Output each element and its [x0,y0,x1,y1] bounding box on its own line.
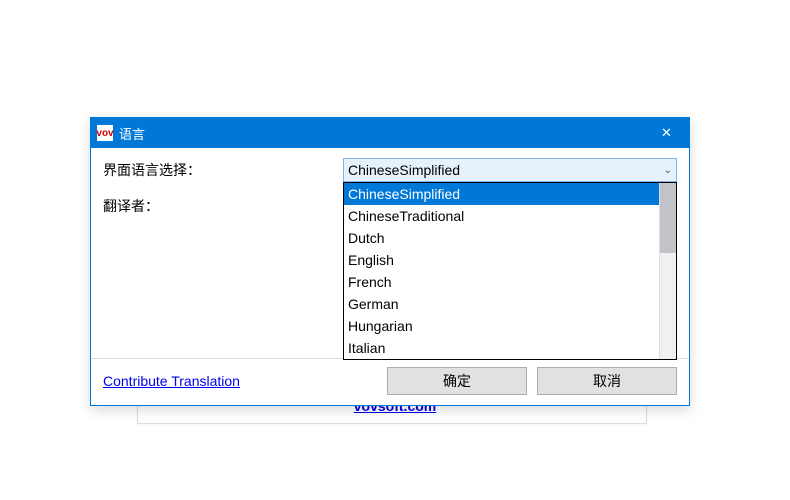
chevron-down-icon: ⌄ [664,165,672,176]
dropdown-scrollbar[interactable] [659,183,676,359]
dropdown-item[interactable]: Hungarian [344,315,659,337]
dropdown-list: ChineseSimplified ChineseTraditional Dut… [344,183,659,359]
dialog-body: 界面语言选择： ChineseSimplified ⌄ ChineseSimpl… [91,148,689,358]
scrollbar-thumb[interactable] [660,183,676,253]
dropdown-item[interactable]: Dutch [344,227,659,249]
ok-button[interactable]: 确定 [387,367,527,395]
dropdown-item[interactable]: English [344,249,659,271]
combo-selected-text: ChineseSimplified [348,162,664,178]
cancel-button[interactable]: 取消 [537,367,677,395]
dropdown-item[interactable]: French [344,271,659,293]
dropdown-item[interactable]: German [344,293,659,315]
app-icon: vov [97,125,113,141]
close-icon: ✕ [661,125,672,141]
titlebar: vov 语言 ✕ [91,118,689,148]
contribute-translation-link[interactable]: Contribute Translation [103,373,377,389]
translator-label: 翻译者： [103,194,343,216]
dropdown-item[interactable]: ChineseSimplified [344,183,659,205]
language-dialog: vov 语言 ✕ 界面语言选择： ChineseSimplified ⌄ Chi… [90,117,690,406]
dropdown-item[interactable]: Italian [344,337,659,359]
ui-language-dropdown: ChineseSimplified ChineseTraditional Dut… [343,182,677,360]
close-button[interactable]: ✕ [644,118,689,148]
dialog-footer: Contribute Translation 确定 取消 [91,358,689,405]
ui-language-label: 界面语言选择： [103,158,343,180]
ui-language-combo[interactable]: ChineseSimplified ⌄ [343,158,677,182]
dropdown-item[interactable]: ChineseTraditional [344,205,659,227]
titlebar-title: 语言 [119,124,644,143]
ui-language-row: 界面语言选择： ChineseSimplified ⌄ ChineseSimpl… [103,158,677,182]
